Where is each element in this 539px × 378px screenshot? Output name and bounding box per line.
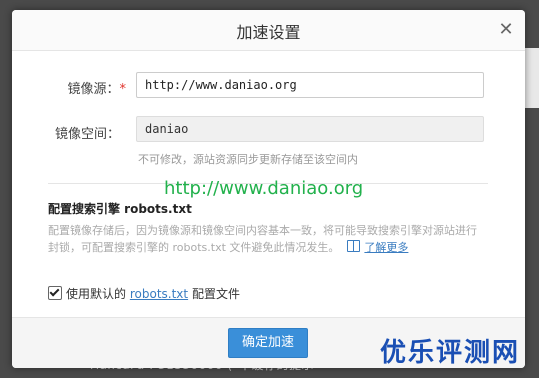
checkbox-label-suffix: 配置文件 — [191, 287, 240, 301]
site-watermark: 优乐评测网 — [380, 338, 521, 368]
background-panel-edge — [523, 48, 539, 108]
confirm-accelerate-button[interactable]: 确定加速 — [228, 328, 308, 358]
book-icon — [347, 240, 361, 252]
robots-description: 配置镜像存储后，因为镜像源和镜像空间内容基本一致，将可能导致搜索引擎对源站进行封… — [48, 224, 477, 254]
robots-section-title: 配置搜索引擎 robots.txt — [48, 202, 192, 216]
use-default-robots-checkbox[interactable] — [48, 286, 62, 300]
learn-more-link[interactable]: 了解更多 — [364, 241, 408, 254]
checkbox-label-prefix: 使用默认的 — [66, 287, 127, 301]
mirror-source-label: 镜像源：* — [67, 82, 127, 97]
close-icon[interactable]: ✕ — [497, 21, 515, 39]
required-asterisk: * — [119, 82, 127, 97]
acceleration-settings-dialog: 加速设置 ✕ 镜像源：* 镜像空间： 不可修改，源站资源同步更新存储至该空间内 … — [12, 10, 525, 368]
dialog-header: 加速设置 ✕ — [12, 10, 525, 51]
watermark-url: http://www.daniao.org — [164, 178, 364, 199]
mirror-source-input[interactable] — [136, 72, 484, 98]
mirror-space-hint: 不可修改，源站资源同步更新存储至该空间内 — [138, 153, 358, 166]
robots-txt-link[interactable]: robots.txt — [130, 287, 188, 301]
use-default-robots-option[interactable]: 使用默认的 robots.txt 配置文件 — [48, 285, 240, 302]
mirror-space-input — [136, 116, 484, 142]
mirror-space-label: 镜像空间： — [54, 127, 120, 142]
dialog-title: 加速设置 — [236, 23, 301, 42]
